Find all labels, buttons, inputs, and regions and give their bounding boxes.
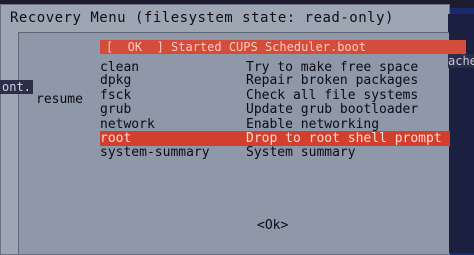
menu-item-desc: Drop to root shell prompt bbox=[246, 131, 442, 146]
menu-item-root[interactable]: root Drop to root shell prompt bbox=[100, 131, 450, 146]
menu-item-key: grub bbox=[100, 102, 132, 117]
menu-item-fsck[interactable]: fsck Check all file systems bbox=[100, 88, 450, 103]
background-text-fragment: ache bbox=[448, 54, 474, 68]
menu-item-dpkg[interactable]: dpkg Repair broken packages bbox=[100, 73, 450, 88]
menu-item-key: fsck bbox=[100, 88, 132, 103]
menu-item-grub[interactable]: grub Update grub bootloader bbox=[100, 102, 450, 117]
menu-item-network[interactable]: network Enable networking bbox=[100, 117, 450, 132]
menu-item-desc: Enable networking bbox=[246, 117, 380, 132]
menu-item-system-summary[interactable]: system-summary System summary bbox=[100, 145, 450, 160]
menu-item-key: system-summary bbox=[100, 145, 210, 160]
background-text-fragment: ont. bbox=[0, 80, 33, 94]
menu-item-desc: Check all file systems bbox=[246, 88, 419, 103]
menu-item-desc: Repair broken packages bbox=[246, 73, 419, 88]
ok-button[interactable]: <Ok> bbox=[257, 218, 288, 233]
menu-item-key: dpkg bbox=[100, 73, 132, 88]
menu-item-key: network bbox=[100, 117, 155, 132]
resume-option[interactable]: resume bbox=[36, 92, 83, 107]
menu-item-desc: System summary bbox=[246, 145, 356, 160]
dialog-title: Recovery Menu (filesystem state: read-on… bbox=[10, 10, 394, 26]
menu-item-key: root bbox=[100, 131, 132, 146]
menu-item-desc: Update grub bootloader bbox=[246, 102, 419, 117]
background-boot-log: [ OK ] Started CUPS Scheduler.boot bbox=[100, 40, 466, 54]
